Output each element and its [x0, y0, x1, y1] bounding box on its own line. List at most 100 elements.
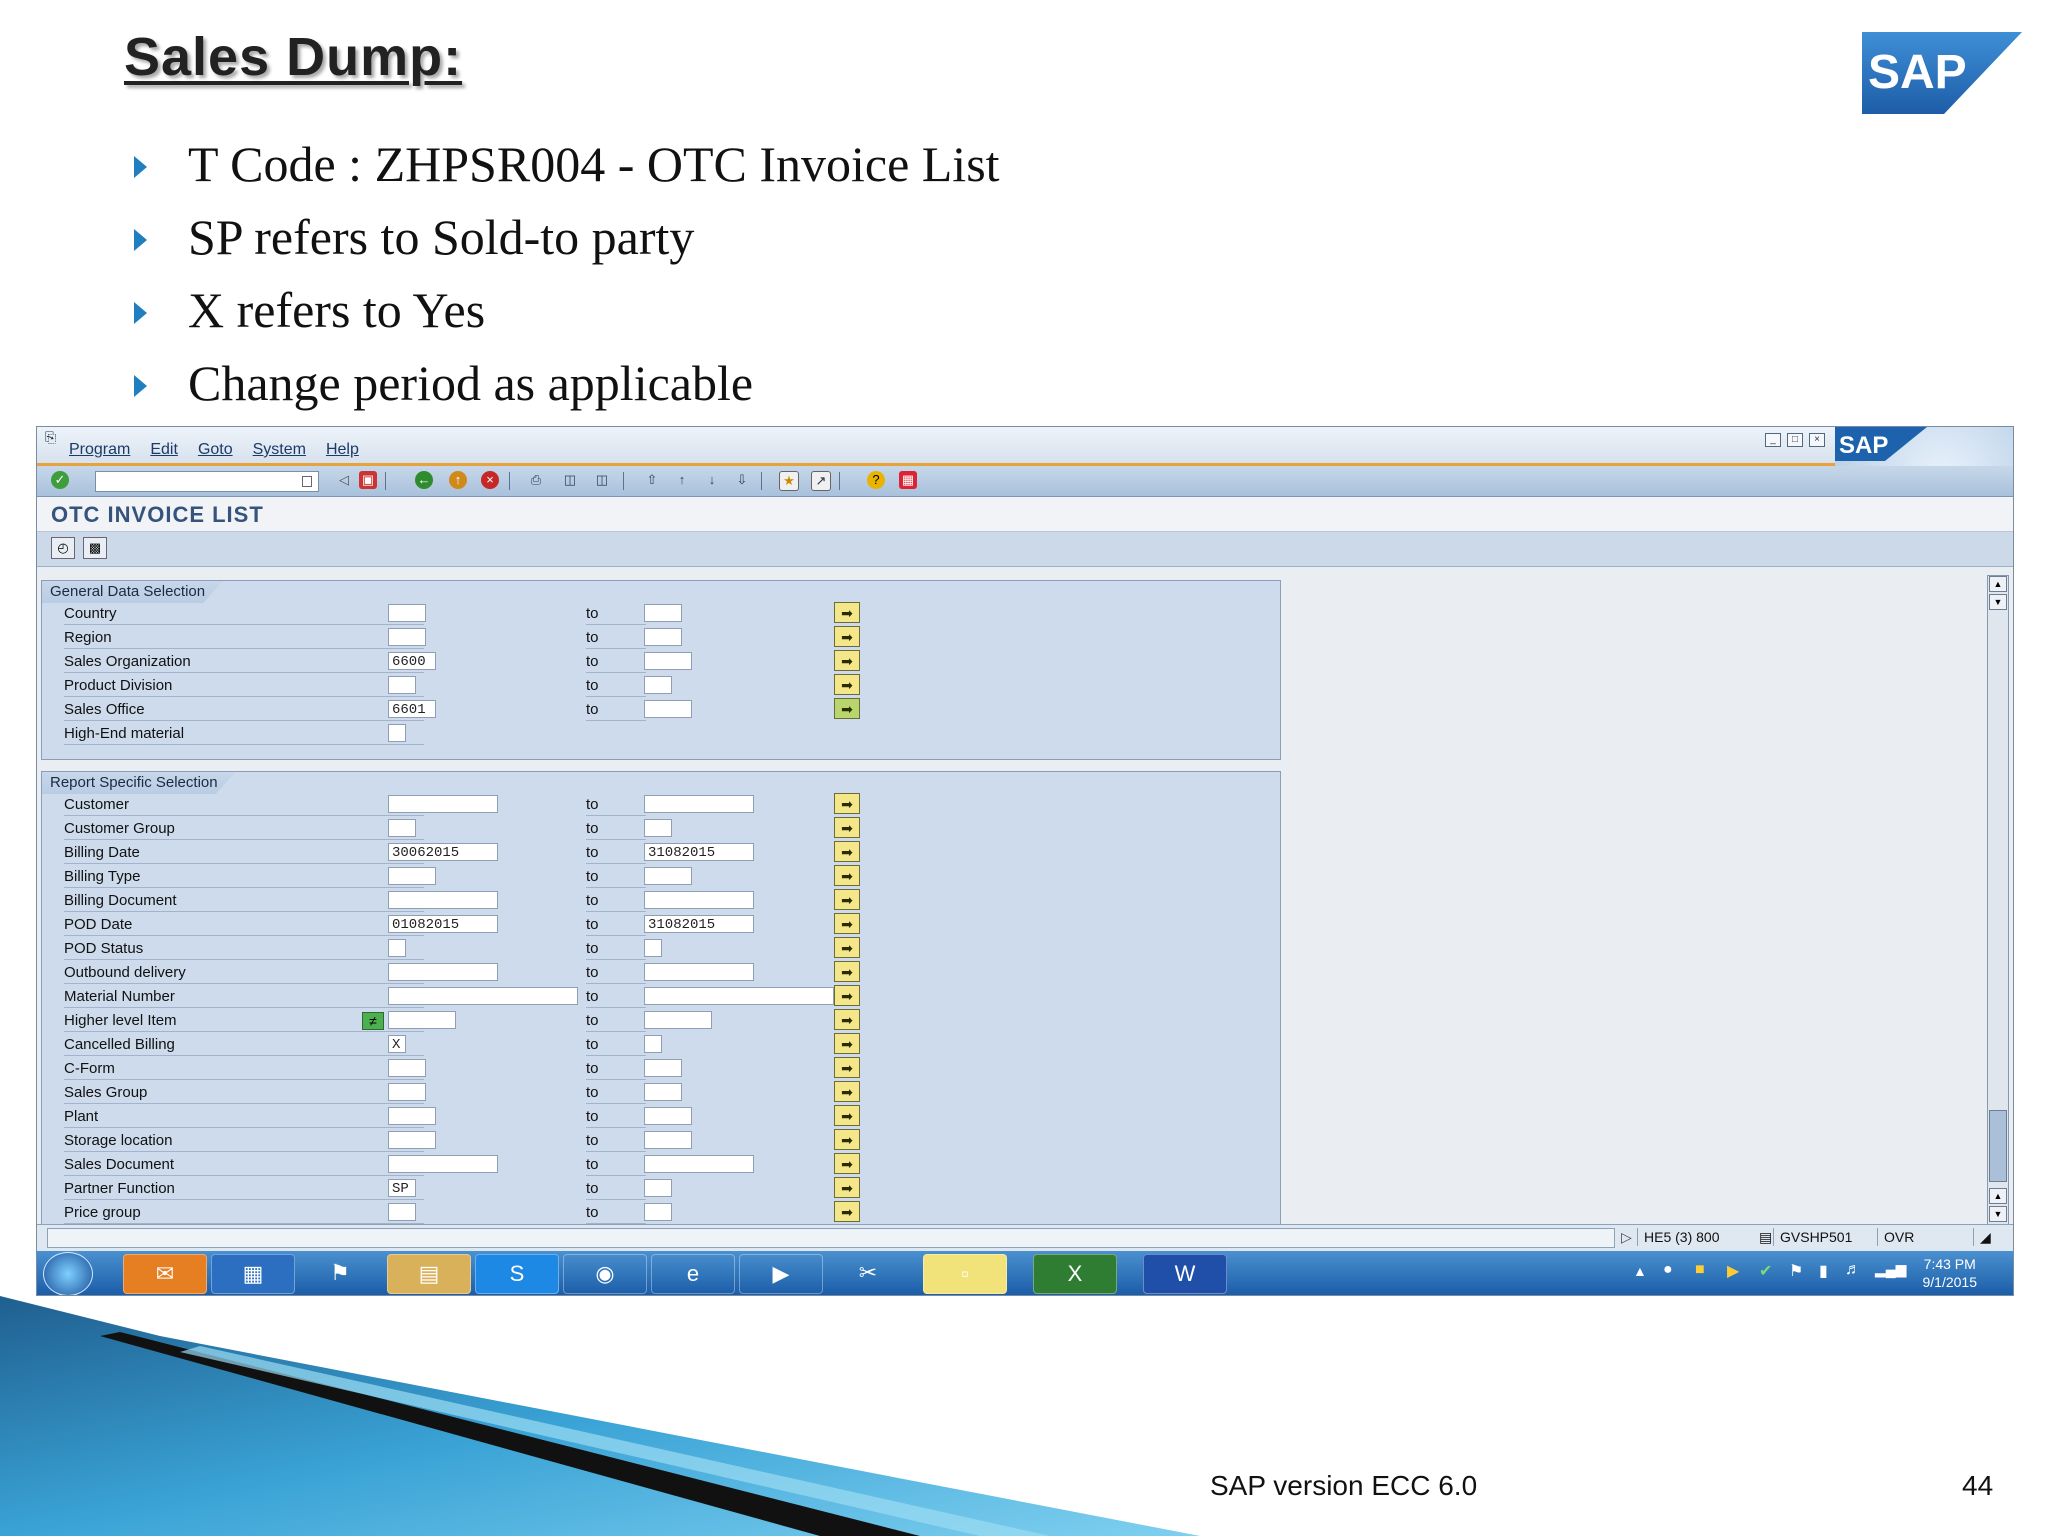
volume-muted-icon[interactable]: ♬: [1845, 1261, 1861, 1279]
menu-system[interactable]: System: [253, 441, 306, 459]
country-to-input[interactable]: [644, 604, 682, 622]
cancelled-billing-to-input[interactable]: [644, 1035, 662, 1053]
restore-icon[interactable]: □: [1787, 433, 1803, 447]
multiple-selection-arrow-icon[interactable]: ➡: [834, 674, 860, 695]
multiple-selection-active-arrow-icon[interactable]: ➡: [834, 698, 860, 719]
plant-from-input[interactable]: [388, 1107, 436, 1125]
tray-app-icon[interactable]: ■: [1695, 1261, 1705, 1279]
not-equal-option-icon[interactable]: ≠: [362, 1012, 384, 1030]
back-triangle-icon[interactable]: ◁: [335, 471, 353, 489]
sales-document-to-input[interactable]: [644, 1155, 754, 1173]
outbound-delivery-from-input[interactable]: [388, 963, 498, 981]
scroll-down-icon[interactable]: ▼: [1989, 594, 2007, 610]
status-expand-icon[interactable]: ▷: [1615, 1228, 1632, 1246]
multiple-selection-arrow-icon[interactable]: ➡: [834, 961, 860, 982]
menu-help[interactable]: Help: [326, 441, 359, 459]
multiple-selection-arrow-icon[interactable]: ➡: [834, 1009, 860, 1030]
execute-clock-icon[interactable]: ◴: [51, 537, 75, 559]
first-page-icon[interactable]: ⇧: [643, 471, 661, 489]
higher-level-item-to-input[interactable]: [644, 1011, 712, 1029]
sticky-notes-icon[interactable]: ▫: [923, 1254, 1007, 1294]
region-from-input[interactable]: [388, 628, 426, 646]
chrome-icon[interactable]: ◉: [563, 1254, 647, 1294]
sales-office-to-input[interactable]: [644, 700, 692, 718]
close-icon[interactable]: ×: [1809, 433, 1825, 447]
outlook-icon[interactable]: ✉: [123, 1254, 207, 1294]
help-icon[interactable]: ?: [867, 471, 885, 489]
product-division-from-input[interactable]: [388, 676, 416, 694]
multiple-selection-arrow-icon[interactable]: ➡: [834, 865, 860, 886]
scroll-up-icon[interactable]: ▲: [1989, 1188, 2007, 1204]
internet-explorer-icon[interactable]: e: [651, 1254, 735, 1294]
country-from-input[interactable]: [388, 604, 426, 622]
price-group-to-input[interactable]: [644, 1203, 672, 1221]
multiple-selection-arrow-icon[interactable]: ➡: [834, 793, 860, 814]
outbound-delivery-to-input[interactable]: [644, 963, 754, 981]
multiple-selection-arrow-icon[interactable]: ➡: [834, 1057, 860, 1078]
multiple-selection-arrow-icon[interactable]: ➡: [834, 937, 860, 958]
storage-location-from-input[interactable]: [388, 1131, 436, 1149]
cancel-icon[interactable]: ×: [481, 471, 499, 489]
pod-status-to-input[interactable]: [644, 939, 662, 957]
storage-location-to-input[interactable]: [644, 1131, 692, 1149]
print-icon[interactable]: ⎙: [527, 471, 545, 489]
tray-overflow-icon[interactable]: ▲: [1633, 1263, 1647, 1279]
exit-icon[interactable]: ↑: [449, 471, 467, 489]
sales-group-to-input[interactable]: [644, 1083, 682, 1101]
multiple-selection-arrow-icon[interactable]: ➡: [834, 1105, 860, 1126]
material-number-from-input[interactable]: [388, 987, 578, 1005]
region-to-input[interactable]: [644, 628, 682, 646]
new-session-icon[interactable]: ★: [779, 471, 799, 491]
scroll-down-icon[interactable]: ▼: [1989, 1206, 2007, 1222]
sap-logon-icon[interactable]: ▦: [211, 1254, 295, 1294]
shortcut-icon[interactable]: ↗: [811, 471, 831, 491]
cancelled-billing-from-input[interactable]: X: [388, 1035, 406, 1053]
high-end-material-checkbox[interactable]: [388, 724, 406, 742]
partner-function-to-input[interactable]: [644, 1179, 672, 1197]
scroll-up-icon[interactable]: ▲: [1989, 576, 2007, 592]
tray-app-icon[interactable]: ●: [1663, 1261, 1673, 1279]
media-player-icon[interactable]: ▶: [739, 1254, 823, 1294]
customer-to-input[interactable]: [644, 795, 754, 813]
sales-document-from-input[interactable]: [388, 1155, 498, 1173]
higher-level-item-from-input[interactable]: [388, 1011, 456, 1029]
sales-group-from-input[interactable]: [388, 1083, 426, 1101]
multiple-selection-arrow-icon[interactable]: ➡: [834, 1201, 860, 1222]
clock[interactable]: 7:43 PM 9/1/2015: [1923, 1255, 1978, 1291]
last-page-icon[interactable]: ⇩: [733, 471, 751, 489]
customer-group-to-input[interactable]: [644, 819, 672, 837]
billing-date-to-input[interactable]: 31082015: [644, 843, 754, 861]
vertical-scrollbar[interactable]: ▲ ▼ ▲ ▼: [1987, 575, 2009, 1227]
multiple-selection-arrow-icon[interactable]: ➡: [834, 889, 860, 910]
snipping-tool-icon[interactable]: ✂: [827, 1254, 909, 1292]
multiple-selection-arrow-icon[interactable]: ➡: [834, 1033, 860, 1054]
pod-status-from-input[interactable]: [388, 939, 406, 957]
c-form-to-input[interactable]: [644, 1059, 682, 1077]
multiple-selection-arrow-icon[interactable]: ➡: [834, 817, 860, 838]
billing-type-from-input[interactable]: [388, 867, 436, 885]
multiple-selection-arrow-icon[interactable]: ➡: [834, 626, 860, 647]
multiple-selection-arrow-icon[interactable]: ➡: [834, 985, 860, 1006]
multiple-selection-arrow-icon[interactable]: ➡: [834, 650, 860, 671]
billing-document-from-input[interactable]: [388, 891, 498, 909]
billing-document-to-input[interactable]: [644, 891, 754, 909]
menu-goto[interactable]: Goto: [198, 441, 233, 459]
price-group-from-input[interactable]: [388, 1203, 416, 1221]
multiple-selection-arrow-icon[interactable]: ➡: [834, 1177, 860, 1198]
sales-organization-from-input[interactable]: 6600: [388, 652, 436, 670]
find-icon[interactable]: ◫: [561, 471, 579, 489]
action-center-flag-icon[interactable]: ⚑: [1789, 1261, 1803, 1281]
multiple-selection-arrow-icon[interactable]: ➡: [834, 1153, 860, 1174]
system-menu-icon[interactable]: ⎘: [45, 429, 56, 446]
customer-group-from-input[interactable]: [388, 819, 416, 837]
billing-type-to-input[interactable]: [644, 867, 692, 885]
multiple-selection-arrow-icon[interactable]: ➡: [834, 913, 860, 934]
multiple-selection-arrow-icon[interactable]: ➡: [834, 1129, 860, 1150]
c-form-from-input[interactable]: [388, 1059, 426, 1077]
pod-date-to-input[interactable]: 31082015: [644, 915, 754, 933]
command-field[interactable]: [95, 471, 319, 492]
next-page-icon[interactable]: ↓: [703, 471, 721, 489]
product-division-to-input[interactable]: [644, 676, 672, 694]
sales-office-from-input[interactable]: 6601: [388, 700, 436, 718]
save-icon[interactable]: ▣: [359, 471, 377, 489]
